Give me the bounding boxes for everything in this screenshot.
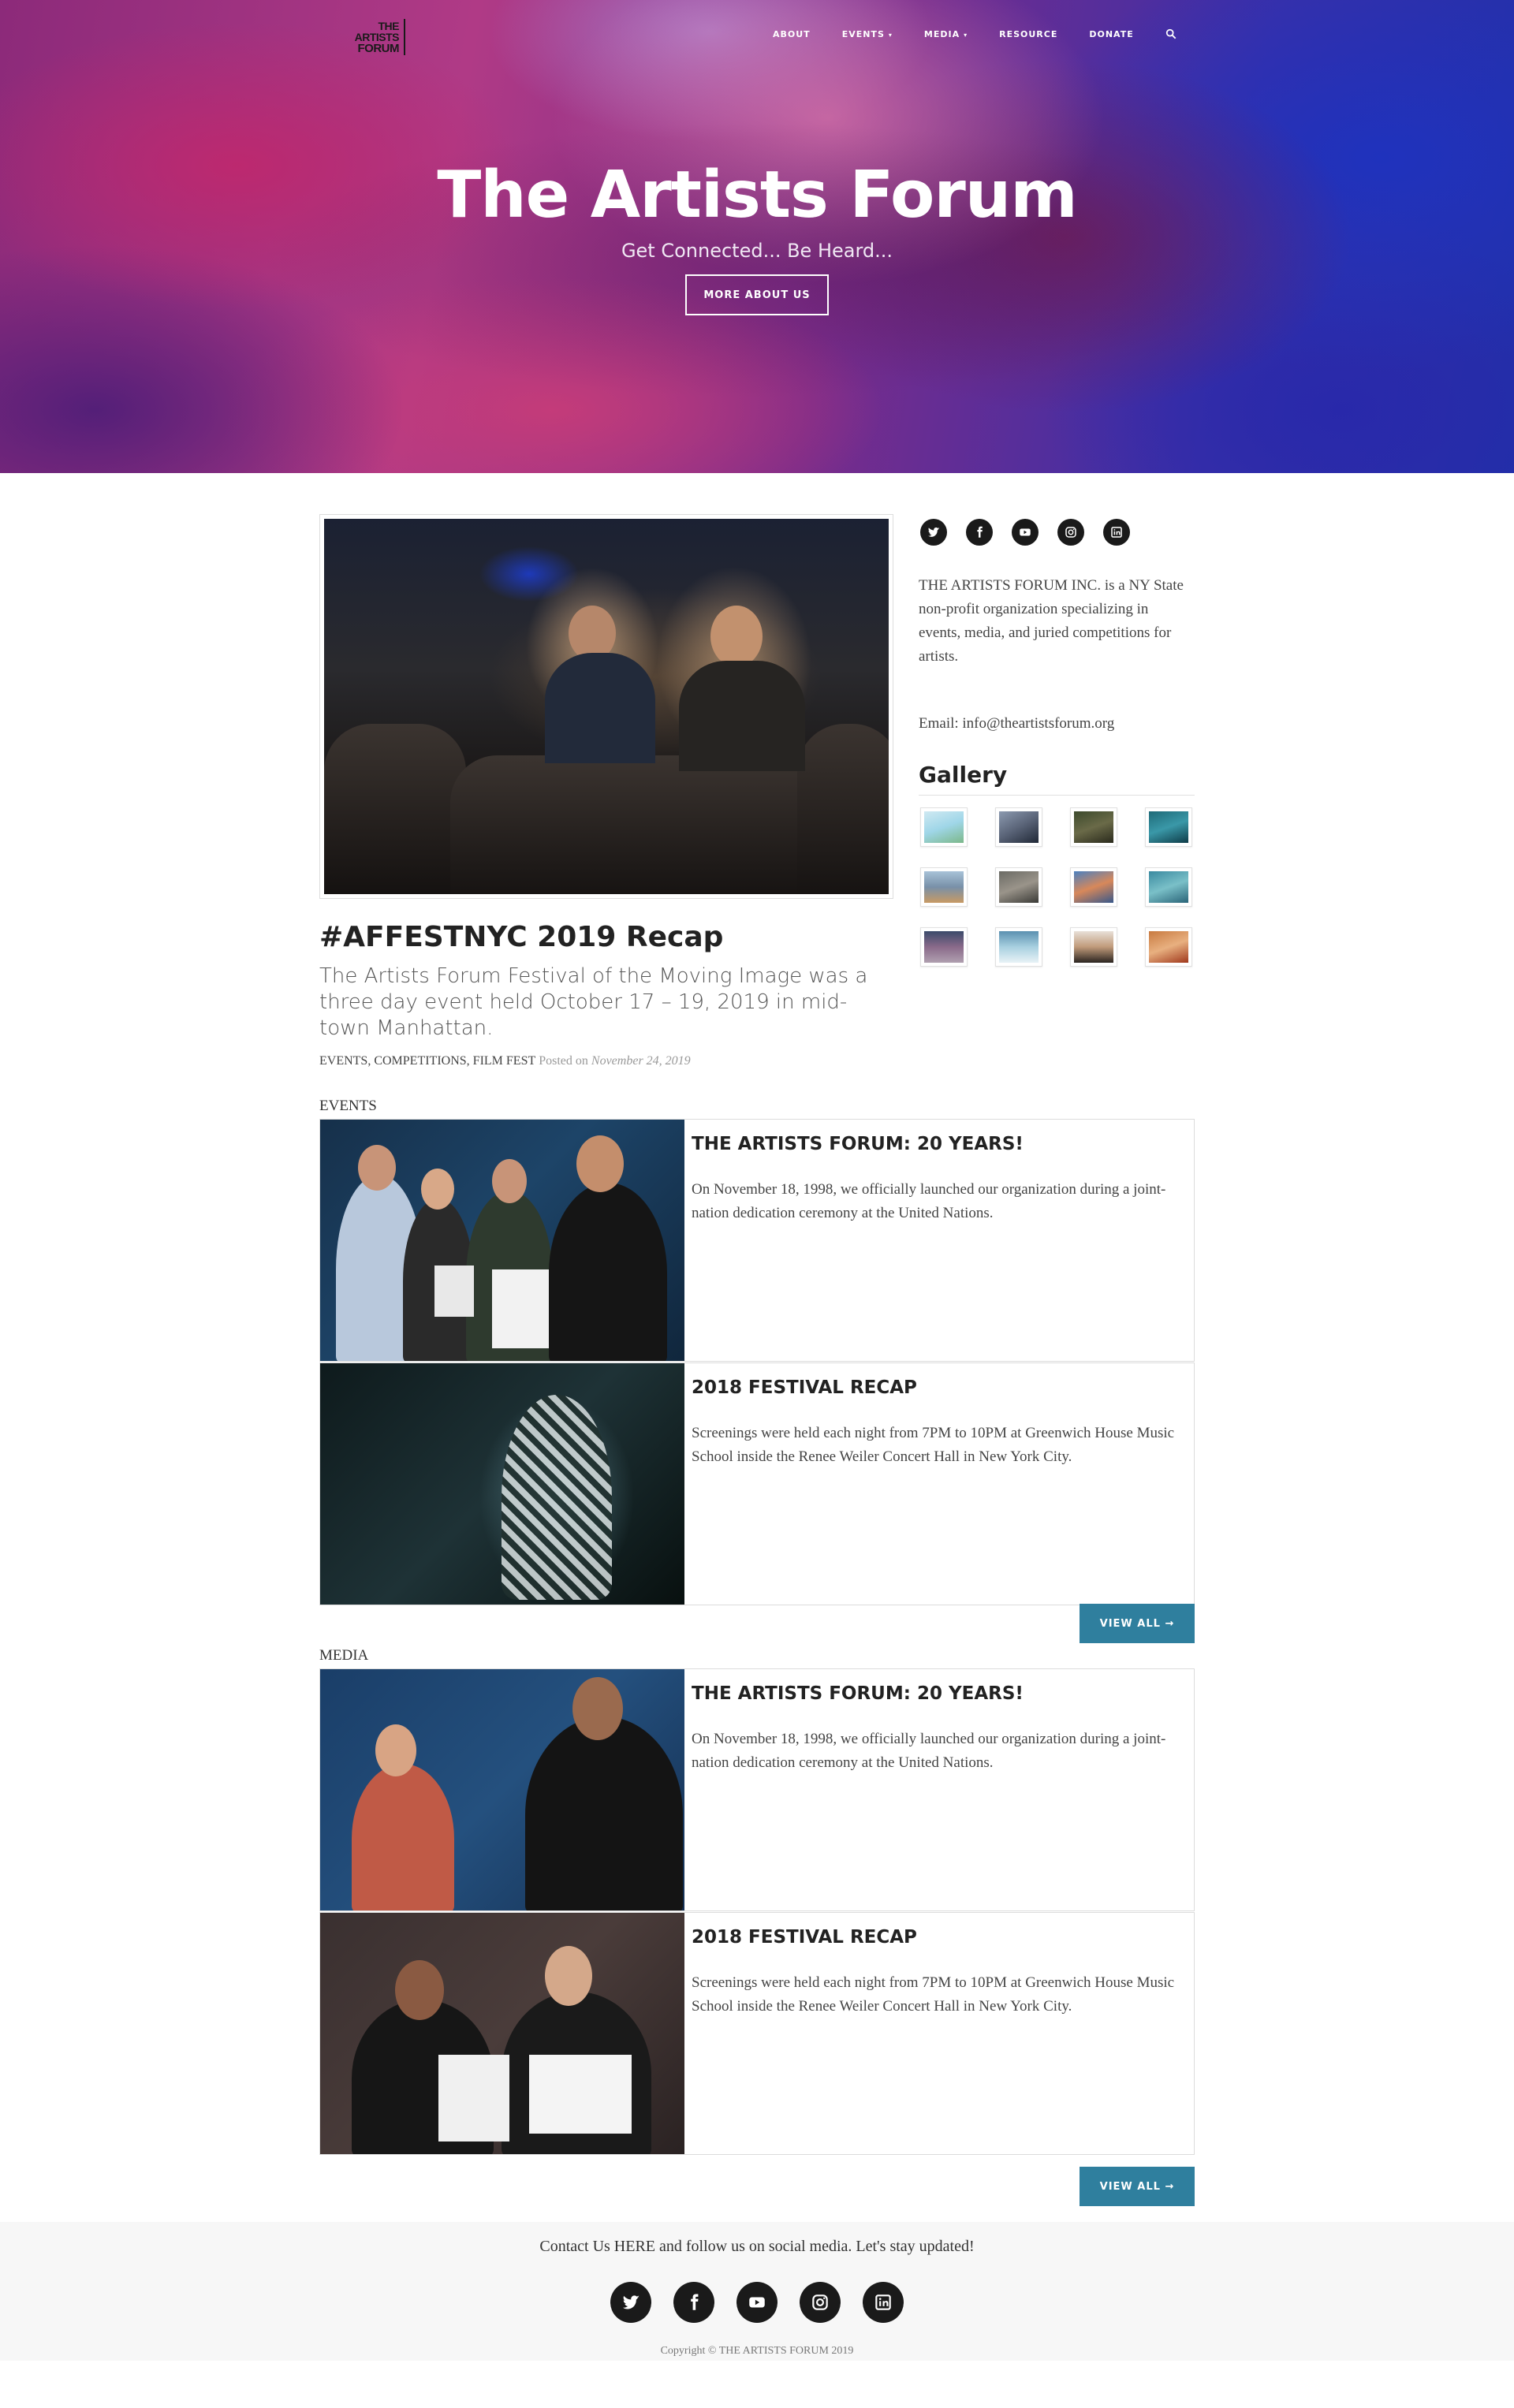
gallery-thumbnail[interactable] — [920, 807, 968, 847]
site-logo[interactable]: THE ARTISTS FORUM — [345, 19, 405, 57]
youtube-icon[interactable] — [1012, 519, 1039, 546]
facebook-icon[interactable] — [966, 519, 993, 546]
nav-item-events[interactable]: EVENTS ▾ — [842, 29, 893, 39]
event-card-image[interactable] — [320, 1363, 684, 1605]
gallery-thumbnail[interactable] — [995, 867, 1042, 907]
about-text: THE ARTISTS FORUM INC. is a NY State non… — [919, 577, 1184, 665]
gallery-thumbnail[interactable] — [920, 867, 968, 907]
gallery-thumbnail[interactable] — [1070, 867, 1117, 907]
hero-subtitle: Get Connected... Be Heard... — [621, 240, 893, 262]
nav-item-about[interactable]: ABOUT — [773, 29, 811, 39]
nav-item-media[interactable]: MEDIA ▾ — [924, 29, 968, 39]
media-card-image[interactable] — [320, 1913, 684, 2154]
media-card[interactable]: 2018 FESTIVAL RECAP Screenings were held… — [319, 1912, 1195, 2155]
events-view-all-button[interactable]: VIEW ALL → — [1080, 1604, 1195, 1643]
event-card-excerpt: Screenings were held each night from 7PM… — [692, 1425, 1175, 1465]
caret-down-icon: ▾ — [964, 31, 968, 39]
media-card-image[interactable] — [320, 1669, 684, 1910]
gallery-thumbnail[interactable] — [1145, 807, 1192, 847]
logo-text-line-2: ARTISTS — [354, 31, 400, 43]
instagram-icon[interactable] — [1057, 519, 1084, 546]
gallery-thumbnail[interactable] — [1145, 867, 1192, 907]
post-categories[interactable]: EVENTS, COMPETITIONS, FILM FEST — [319, 1054, 535, 1068]
gallery-thumbnail[interactable] — [1145, 927, 1192, 967]
more-about-us-button[interactable]: MORE ABOUT US — [685, 274, 829, 315]
nav-label: ABOUT — [773, 28, 811, 39]
linkedin-icon[interactable] — [1103, 519, 1130, 546]
nav-item-donate[interactable]: DONATE — [1089, 29, 1133, 39]
logo-text-line-1: THE — [378, 20, 400, 32]
linkedin-icon[interactable] — [863, 2282, 904, 2323]
event-card-title[interactable]: 2018 FESTIVAL RECAP — [692, 1377, 917, 1398]
gallery-divider — [919, 795, 1195, 796]
event-card-excerpt: On November 18, 1998, we officially laun… — [692, 1181, 1166, 1221]
footer-social-links — [610, 2282, 926, 2323]
gallery-thumbnail[interactable] — [1070, 807, 1117, 847]
media-view-all-button[interactable]: VIEW ALL → — [1080, 2167, 1195, 2206]
twitter-icon[interactable] — [610, 2282, 651, 2323]
featured-post-title[interactable]: #AFFESTNYC 2019 Recap — [319, 921, 723, 953]
event-card[interactable]: 2018 FESTIVAL RECAP Screenings were held… — [319, 1362, 1195, 1605]
search-icon[interactable] — [1165, 28, 1177, 39]
media-section-label: MEDIA — [319, 1647, 369, 1664]
nav-label: RESOURCE — [999, 28, 1058, 39]
nav-label: DONATE — [1089, 28, 1134, 39]
posted-label: Posted on — [539, 1054, 588, 1068]
media-card-excerpt: On November 18, 1998, we officially laun… — [692, 1731, 1166, 1771]
sidebar-social-links — [920, 519, 1149, 546]
hero-banner — [0, 0, 1514, 473]
nav-label: MEDIA — [923, 28, 960, 39]
twitter-icon[interactable] — [920, 519, 947, 546]
event-card[interactable]: THE ARTISTS FORUM: 20 YEARS! On November… — [319, 1119, 1195, 1362]
media-card[interactable]: THE ARTISTS FORUM: 20 YEARS! On November… — [319, 1668, 1195, 1911]
instagram-icon[interactable] — [800, 2282, 841, 2323]
posted-date: November 24, 2019 — [591, 1054, 691, 1068]
events-section-label: EVENTS — [319, 1098, 377, 1114]
media-card-title[interactable]: THE ARTISTS FORUM: 20 YEARS! — [692, 1683, 1024, 1704]
media-card-title[interactable]: 2018 FESTIVAL RECAP — [692, 1927, 917, 1948]
footer-contact-text[interactable]: Contact Us HERE and follow us on social … — [0, 2238, 1514, 2256]
event-card-image[interactable] — [320, 1120, 684, 1361]
contact-email[interactable]: Email: info@theartistsforum.org — [919, 715, 1114, 732]
facebook-icon[interactable] — [673, 2282, 714, 2323]
gallery-heading: Gallery — [919, 762, 1008, 788]
featured-image[interactable] — [319, 514, 893, 899]
gallery-thumbnail[interactable] — [995, 927, 1042, 967]
featured-post-meta: EVENTS, COMPETITIONS, FILM FEST Posted on… — [319, 1054, 691, 1068]
logo-bar — [404, 19, 405, 55]
gallery-thumbnail[interactable] — [1070, 927, 1117, 967]
copyright-text: Copyright © THE ARTISTS FORUM 2019 — [660, 2345, 854, 2357]
main-nav: ABOUT EVENTS ▾ MEDIA ▾ RESOURCE DONATE — [773, 28, 1177, 39]
featured-post-description: The Artists Forum Festival of the Moving… — [319, 964, 868, 1040]
caret-down-icon: ▾ — [888, 31, 893, 39]
gallery-thumbnail[interactable] — [920, 927, 968, 967]
hero-title: The Artists Forum — [437, 158, 1077, 233]
nav-label: EVENTS — [841, 28, 885, 39]
media-card-excerpt: Screenings were held each night from 7PM… — [692, 1974, 1175, 2015]
nav-item-resource[interactable]: RESOURCE — [999, 29, 1057, 39]
gallery-thumbnail[interactable] — [995, 807, 1042, 847]
event-card-title[interactable]: THE ARTISTS FORUM: 20 YEARS! — [692, 1134, 1024, 1154]
youtube-icon[interactable] — [736, 2282, 778, 2323]
logo-text-line-3: FORUM — [357, 42, 400, 55]
